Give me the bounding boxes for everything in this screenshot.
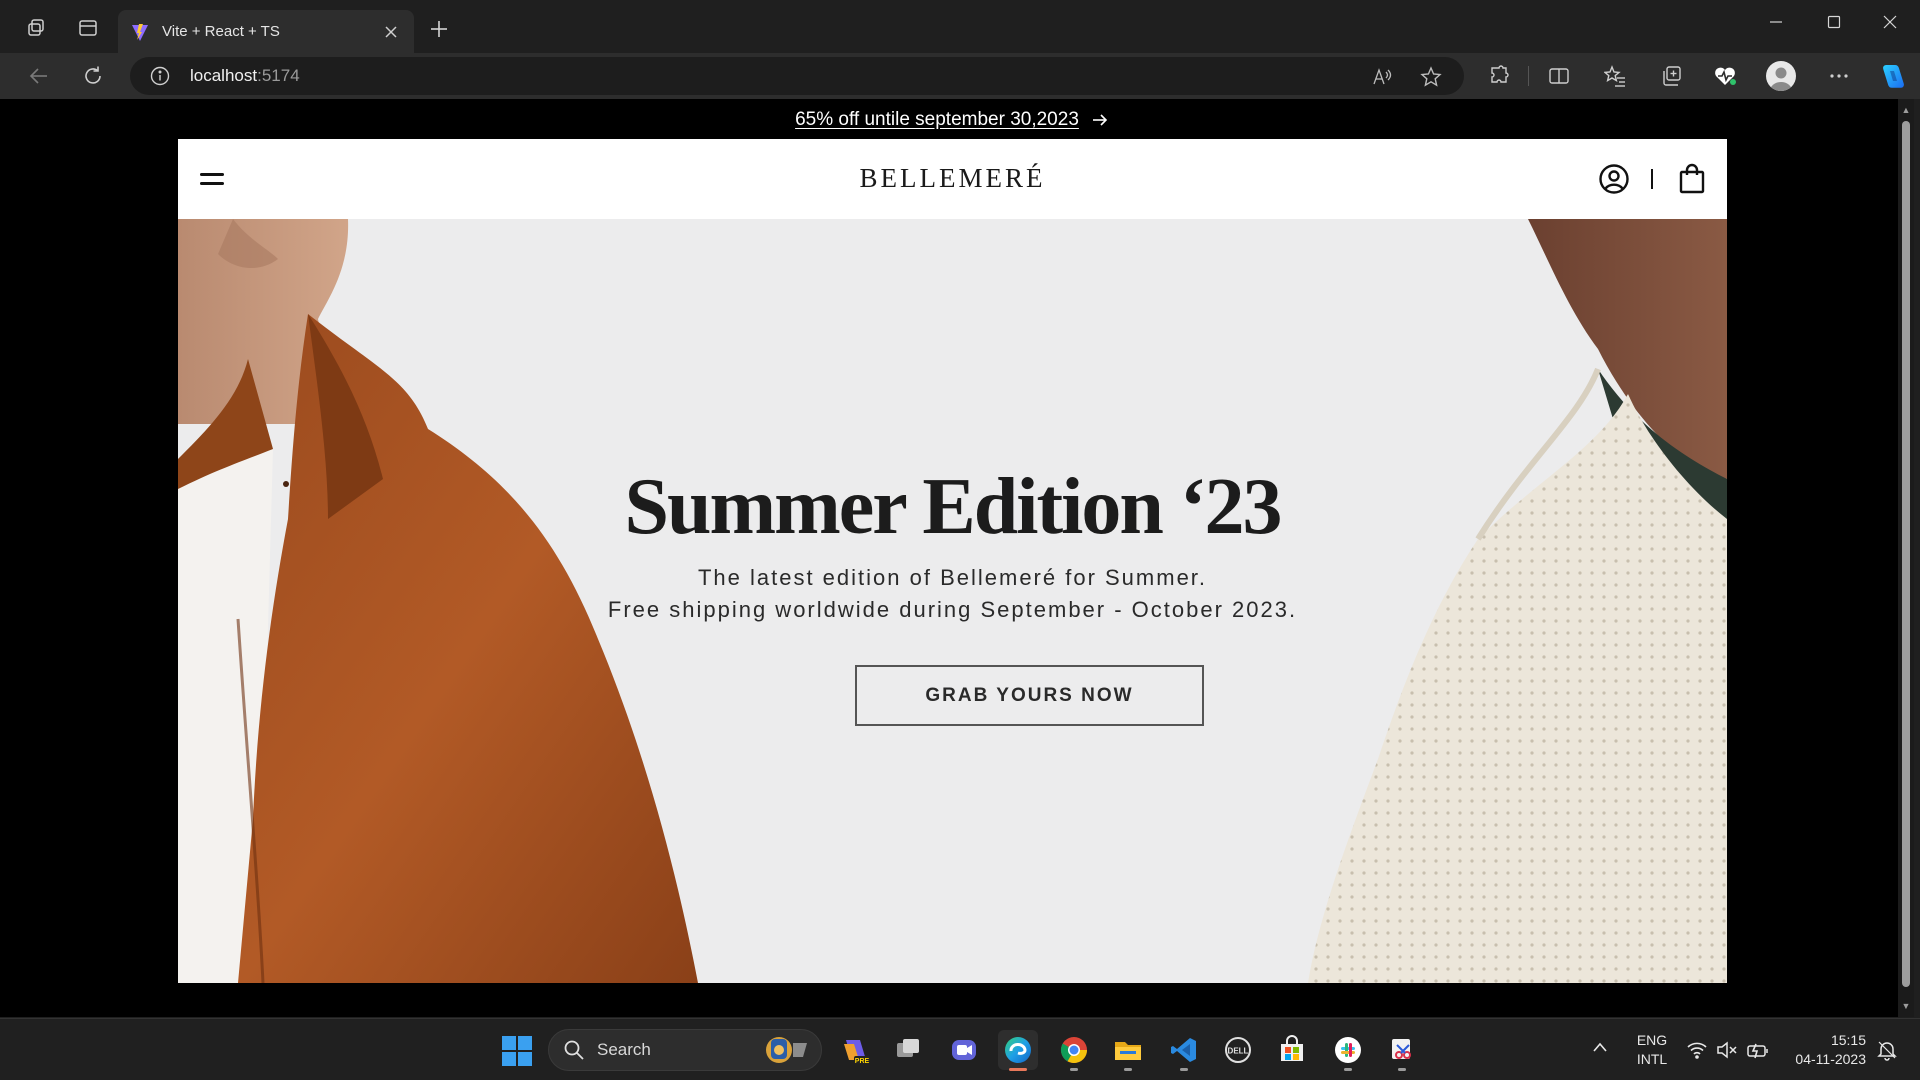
minimize-button[interactable] bbox=[1756, 8, 1796, 36]
refresh-button[interactable] bbox=[78, 61, 108, 91]
taskbar-app-copilot-pre[interactable]: PRE bbox=[836, 1030, 876, 1070]
language-code: ENG bbox=[1636, 1032, 1668, 1048]
site-info-icon[interactable] bbox=[148, 64, 172, 88]
close-window-button[interactable] bbox=[1870, 8, 1910, 36]
running-app-indicator bbox=[1344, 1068, 1352, 1071]
grab-yours-now-button[interactable]: GRAB YOURS NOW bbox=[855, 665, 1204, 726]
address-port: :5174 bbox=[257, 66, 300, 85]
running-app-indicator bbox=[1180, 1068, 1188, 1071]
maximize-button[interactable] bbox=[1814, 8, 1854, 36]
favorite-star-icon[interactable] bbox=[1418, 64, 1444, 90]
hero-content: Summer Edition ‘23 The latest edition of… bbox=[178, 219, 1727, 983]
hero-banner: Summer Edition ‘23 The latest edition of… bbox=[178, 219, 1727, 983]
extensions-icon[interactable] bbox=[1484, 61, 1514, 91]
account-icon[interactable] bbox=[1598, 163, 1630, 195]
window-edge bbox=[1914, 99, 1920, 1017]
folder-icon bbox=[1115, 1042, 1141, 1060]
edge-browser-icon bbox=[1005, 1037, 1031, 1063]
profile-person-icon bbox=[1770, 67, 1792, 91]
browser-title-bar: Vite + React + TS bbox=[0, 0, 1920, 53]
chrome-icon bbox=[1060, 1037, 1088, 1064]
copilot-icon[interactable] bbox=[1876, 61, 1908, 93]
workspaces-icon[interactable] bbox=[22, 14, 50, 42]
more-options-icon[interactable] bbox=[1824, 61, 1854, 91]
scroll-up-arrow-icon[interactable]: ▲ bbox=[1901, 105, 1911, 115]
vite-favicon-icon bbox=[132, 23, 148, 41]
hero-title: Summer Edition ‘23 bbox=[624, 463, 1283, 551]
browser-toolbar: localhost:5174 bbox=[0, 53, 1920, 99]
taskbar-app-store[interactable] bbox=[1272, 1030, 1312, 1070]
taskbar-search-box[interactable]: Search bbox=[548, 1029, 822, 1071]
dell-icon: DELL bbox=[1225, 1037, 1251, 1063]
running-app-indicator bbox=[1398, 1068, 1406, 1071]
arrow-right-icon bbox=[1092, 114, 1108, 126]
browser-essentials-icon[interactable] bbox=[1710, 61, 1740, 91]
promo-link[interactable]: 65% off untile september 30,2023 bbox=[795, 109, 1079, 131]
battery-charging-icon[interactable] bbox=[1746, 1040, 1770, 1060]
hero-subtitle-line2: Free shipping worldwide during September… bbox=[607, 597, 1298, 622]
browser-tab-active[interactable]: Vite + React + TS bbox=[118, 10, 414, 53]
address-host: localhost bbox=[190, 66, 258, 85]
slack-icon bbox=[1335, 1037, 1361, 1063]
favorites-icon[interactable] bbox=[1600, 61, 1630, 91]
address-url: localhost:5174 bbox=[190, 66, 300, 86]
hero-subtitle-line1: The latest edition of Bellemeré for Summ… bbox=[697, 565, 1208, 590]
task-view-icon bbox=[897, 1039, 919, 1057]
copilot-pre-icon: PRE bbox=[844, 1040, 870, 1065]
search-icon bbox=[564, 1040, 584, 1060]
wifi-icon[interactable] bbox=[1686, 1041, 1708, 1059]
toolbar-divider bbox=[1528, 66, 1529, 86]
microsoft-store-icon bbox=[1281, 1035, 1303, 1061]
clock-time: 15:15 bbox=[1830, 1032, 1866, 1048]
scrollbar-thumb[interactable] bbox=[1902, 121, 1910, 987]
windows-start-icon[interactable] bbox=[502, 1036, 532, 1066]
taskbar-clock[interactable]: 15:15 04-11-2023 bbox=[1786, 1031, 1866, 1069]
taskbar-app-vscode[interactable] bbox=[1164, 1030, 1204, 1071]
site-header: BELLEMERÉ bbox=[178, 139, 1727, 219]
vscode-icon bbox=[1171, 1038, 1196, 1062]
read-aloud-icon[interactable] bbox=[1370, 64, 1396, 90]
taskbar-app-edge[interactable] bbox=[998, 1030, 1038, 1071]
split-screen-icon[interactable] bbox=[1544, 61, 1574, 91]
running-app-indicator bbox=[1070, 1068, 1078, 1071]
scroll-down-arrow-icon[interactable]: ▼ bbox=[1901, 1001, 1911, 1011]
running-app-indicator bbox=[1124, 1068, 1132, 1071]
taskbar-app-dell[interactable]: DELL bbox=[1218, 1030, 1258, 1070]
svg-text:PRE: PRE bbox=[855, 1058, 870, 1065]
site-logo[interactable]: BELLEMERÉ bbox=[178, 163, 1727, 194]
input-language-indicator[interactable]: ENG INTL bbox=[1634, 1031, 1670, 1069]
tab-title: Vite + React + TS bbox=[162, 23, 280, 40]
back-button[interactable] bbox=[24, 61, 54, 91]
taskbar-app-task-view[interactable] bbox=[888, 1030, 928, 1070]
search-highlight-icon bbox=[766, 1037, 807, 1063]
notifications-bell-icon[interactable] bbox=[1876, 1039, 1898, 1061]
active-app-indicator bbox=[1009, 1068, 1027, 1071]
windows-taskbar: Search PRE DELL ENG INTL 15:15 04-11-202… bbox=[0, 1018, 1920, 1080]
clock-date: 04-11-2023 bbox=[1795, 1051, 1866, 1067]
promo-banner[interactable]: 65% off untile september 30,2023 bbox=[178, 103, 1726, 137]
tab-close-icon[interactable] bbox=[380, 21, 402, 43]
shopping-bag-icon[interactable] bbox=[1678, 163, 1706, 195]
new-tab-button[interactable] bbox=[426, 16, 452, 42]
search-label: Search bbox=[597, 1040, 651, 1059]
snipping-tool-icon bbox=[1392, 1039, 1411, 1059]
tab-actions-icon[interactable] bbox=[74, 14, 102, 42]
taskbar-app-snipping-tool[interactable] bbox=[1382, 1030, 1422, 1071]
header-divider bbox=[1651, 169, 1653, 189]
speaker-muted-icon[interactable] bbox=[1716, 1040, 1738, 1060]
svg-text:DELL: DELL bbox=[1228, 1047, 1249, 1056]
taskbar-app-slack[interactable] bbox=[1328, 1030, 1368, 1071]
profile-avatar[interactable] bbox=[1766, 61, 1796, 91]
show-hidden-icons-chevron-icon[interactable] bbox=[1592, 1041, 1608, 1053]
address-bar[interactable]: localhost:5174 bbox=[130, 57, 1464, 95]
page-scrollbar[interactable]: ▲ ▼ bbox=[1898, 99, 1914, 1017]
taskbar-app-file-explorer[interactable] bbox=[1108, 1030, 1148, 1071]
collections-icon[interactable] bbox=[1656, 61, 1686, 91]
teams-chat-icon bbox=[952, 1040, 976, 1060]
taskbar-app-teams[interactable] bbox=[944, 1030, 984, 1070]
taskbar-app-chrome[interactable] bbox=[1054, 1030, 1094, 1071]
keyboard-layout: INTL bbox=[1636, 1051, 1668, 1067]
